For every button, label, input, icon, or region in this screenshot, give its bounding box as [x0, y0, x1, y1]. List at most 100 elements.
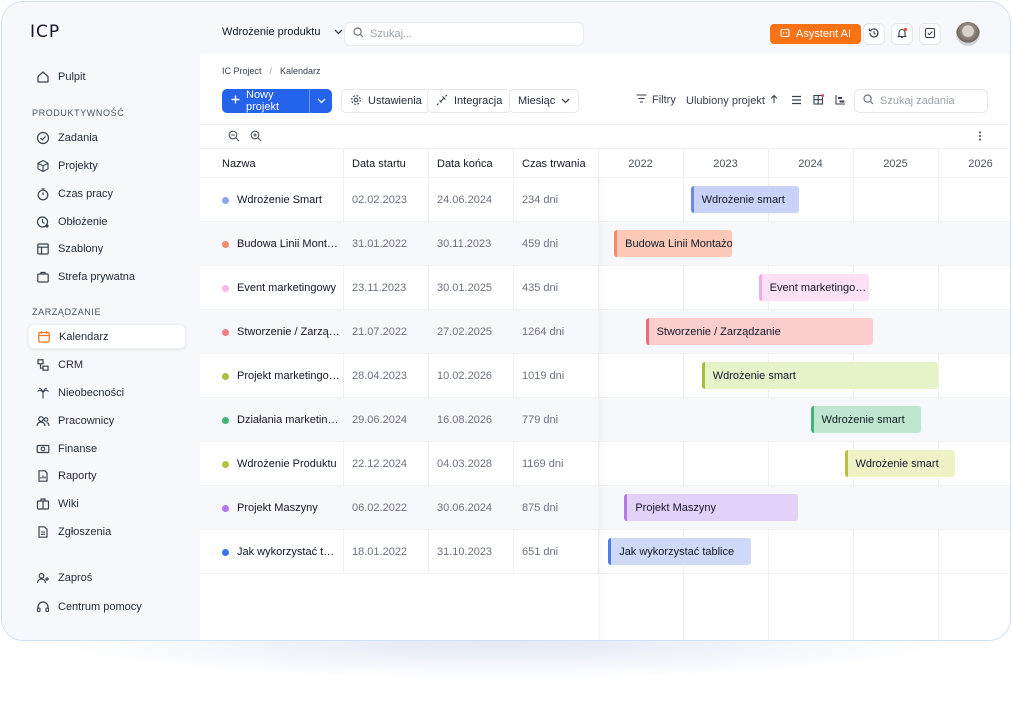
- duration-cell: 1019 dni: [522, 370, 565, 382]
- new-project-button[interactable]: Nowy projekt: [222, 89, 332, 113]
- project-name: Projekt marketingo…: [237, 370, 340, 382]
- project-name-cell[interactable]: Działania marketin…: [222, 398, 342, 442]
- project-color-dot: [222, 196, 229, 204]
- zoom-in-icon[interactable]: [250, 130, 262, 142]
- view-list-toggle[interactable]: [785, 89, 807, 113]
- project-name-cell[interactable]: Wdrożenie Smart: [222, 178, 342, 222]
- sidebar-item-label: Zadania: [58, 131, 98, 144]
- integration-label: Integracja: [454, 95, 503, 107]
- project-name-cell[interactable]: Jak wykorzystać t…: [222, 530, 342, 574]
- grid-icon: [812, 94, 824, 108]
- sidebar-item-label: Wiki: [58, 497, 79, 510]
- sidebar-item-zadania[interactable]: Zadania: [28, 125, 186, 150]
- column-header-name[interactable]: Nazwa: [222, 149, 256, 179]
- gantt-bar[interactable]: Wdrożenie smart: [844, 450, 955, 477]
- notifications-button[interactable]: [891, 23, 913, 45]
- sidebar-item-nieobecnosci[interactable]: Nieobecności: [28, 380, 186, 405]
- sidebar-item-zgloszenia[interactable]: Zgłoszenia: [28, 519, 186, 544]
- duration-cell: 234 dni: [522, 194, 559, 206]
- new-project-main[interactable]: Nowy projekt: [222, 89, 310, 113]
- gantt-bar[interactable]: Stworzenie / Zarządzanie: [645, 318, 874, 345]
- task-search-input[interactable]: Szukaj zadania: [854, 89, 988, 113]
- gantt-bar[interactable]: Event marketingo…: [758, 274, 870, 301]
- duration-cell: 651 dni: [522, 546, 559, 558]
- sidebar-item-label: Czas pracy: [58, 187, 114, 200]
- start-date-cell: 23.11.2023: [352, 282, 407, 294]
- sidebar-item-label: Pulpit: [58, 70, 86, 83]
- list-icon: [791, 95, 802, 108]
- breadcrumb-root[interactable]: IC Project: [222, 66, 262, 76]
- more-vertical-icon[interactable]: [974, 130, 986, 142]
- project-color-dot: [222, 372, 229, 380]
- gantt-bar[interactable]: Jak wykorzystać tablice: [608, 538, 751, 565]
- settings-button[interactable]: Ustawienia: [341, 89, 431, 113]
- ai-assistant-label: Asystent AI: [796, 28, 852, 40]
- gantt-bar[interactable]: Budowa Linii Montażowe: [614, 230, 733, 257]
- gantt-bar[interactable]: Projekt Maszyny: [624, 494, 798, 521]
- sidebar-item-centrum-pomocy[interactable]: Centrum pomocy: [28, 594, 186, 619]
- range-select[interactable]: Miesiąc: [509, 89, 580, 113]
- project-name-cell[interactable]: Budowa Linii Mont…: [222, 222, 342, 266]
- avatar[interactable]: [956, 22, 980, 46]
- end-date-cell: 30.11.2023: [437, 238, 492, 250]
- sidebar-item-raporty[interactable]: Raporty: [28, 463, 186, 488]
- duration-cell: 779 dni: [522, 414, 559, 426]
- arrow-up-icon: [770, 94, 778, 107]
- view-grid-toggle[interactable]: [807, 89, 829, 113]
- ai-assistant-button[interactable]: Asystent AI: [770, 24, 862, 44]
- gantt-bar[interactable]: Wdrożenie smart: [701, 362, 938, 389]
- sidebar-item-finanse[interactable]: Finanse: [28, 436, 186, 461]
- global-search-input[interactable]: Szukaj...: [344, 22, 584, 46]
- cube-icon: [36, 159, 50, 173]
- project-name-cell[interactable]: Projekt marketingo…: [222, 354, 342, 398]
- breadcrumb: IC Project / Kalendarz: [222, 66, 321, 76]
- filters-button[interactable]: Filtry: [636, 94, 676, 106]
- sidebar-item-zapros[interactable]: Zaproś: [28, 565, 186, 590]
- tasks-button[interactable]: [919, 23, 941, 45]
- integration-button[interactable]: Integracja: [427, 89, 512, 113]
- search-placeholder: Szukaj...: [370, 28, 413, 40]
- sidebar-item-szablony[interactable]: Szablony: [28, 236, 186, 261]
- settings-label: Ustawienia: [368, 95, 422, 107]
- project-name-cell[interactable]: Stworzenie / Zarzą…: [222, 310, 342, 354]
- chevron-down-icon: [561, 95, 570, 107]
- project-name: Jak wykorzystać t…: [237, 546, 335, 558]
- history-button[interactable]: [863, 23, 885, 45]
- sidebar-item-label: Zaproś: [58, 571, 93, 584]
- sidebar-item-label: Strefa prywatna: [58, 270, 136, 283]
- project-name-cell[interactable]: Event marketingowy: [222, 266, 342, 310]
- sidebar-item-oblozenie[interactable]: Obłożenie: [28, 209, 186, 234]
- users-icon: [36, 414, 50, 428]
- column-header-end[interactable]: Data końca: [437, 149, 493, 179]
- gantt-bar[interactable]: Wdrożenie smart: [810, 406, 921, 433]
- zoom-out-icon[interactable]: [228, 130, 240, 142]
- filter-icon: [636, 94, 647, 106]
- sidebar-item-projekty[interactable]: Projekty: [28, 153, 186, 178]
- project-name-cell[interactable]: Wdrożenie Produktu: [222, 442, 342, 486]
- view-gantt-toggle[interactable]: [829, 89, 851, 113]
- project-name-cell[interactable]: Projekt Maszyny: [222, 486, 342, 530]
- sidebar-item-pulpit[interactable]: Pulpit: [28, 64, 186, 89]
- sidebar-item-czas-pracy[interactable]: Czas pracy: [28, 181, 186, 206]
- project-name: Budowa Linii Mont…: [237, 238, 338, 250]
- project-name: Wdrożenie Produktu: [237, 458, 337, 470]
- calendar-content: IC Project / Kalendarz Nowy projekt Usta…: [200, 54, 1010, 640]
- column-header-duration[interactable]: Czas trwania: [522, 149, 586, 179]
- sidebar-item-kalendarz[interactable]: Kalendarz: [28, 324, 186, 349]
- new-project-dropdown[interactable]: [310, 95, 332, 107]
- start-date-cell: 21.07.2022: [352, 326, 408, 338]
- timeline-year: 2026: [968, 158, 993, 170]
- sidebar-item-crm[interactable]: CRM: [28, 352, 186, 377]
- sidebar-item-wiki[interactable]: Wiki: [28, 491, 186, 516]
- sidebar-item-strefa-prywatna[interactable]: Strefa prywatna: [28, 264, 186, 289]
- user-plus-icon: [36, 571, 50, 585]
- timeline-year: 2025: [883, 158, 908, 170]
- favorite-project-sort[interactable]: Ulubiony projekt: [686, 94, 778, 107]
- project-selector[interactable]: Wdrożenie produktu: [222, 26, 343, 38]
- sidebar-item-pracownicy[interactable]: Pracownicy: [28, 408, 186, 433]
- gantt-bar[interactable]: Wdrożenie smart: [690, 186, 799, 213]
- column-header-start[interactable]: Data startu: [352, 149, 406, 179]
- wiki-icon: [36, 497, 50, 511]
- breadcrumb-separator: /: [269, 66, 273, 76]
- project-color-dot: [222, 504, 229, 512]
